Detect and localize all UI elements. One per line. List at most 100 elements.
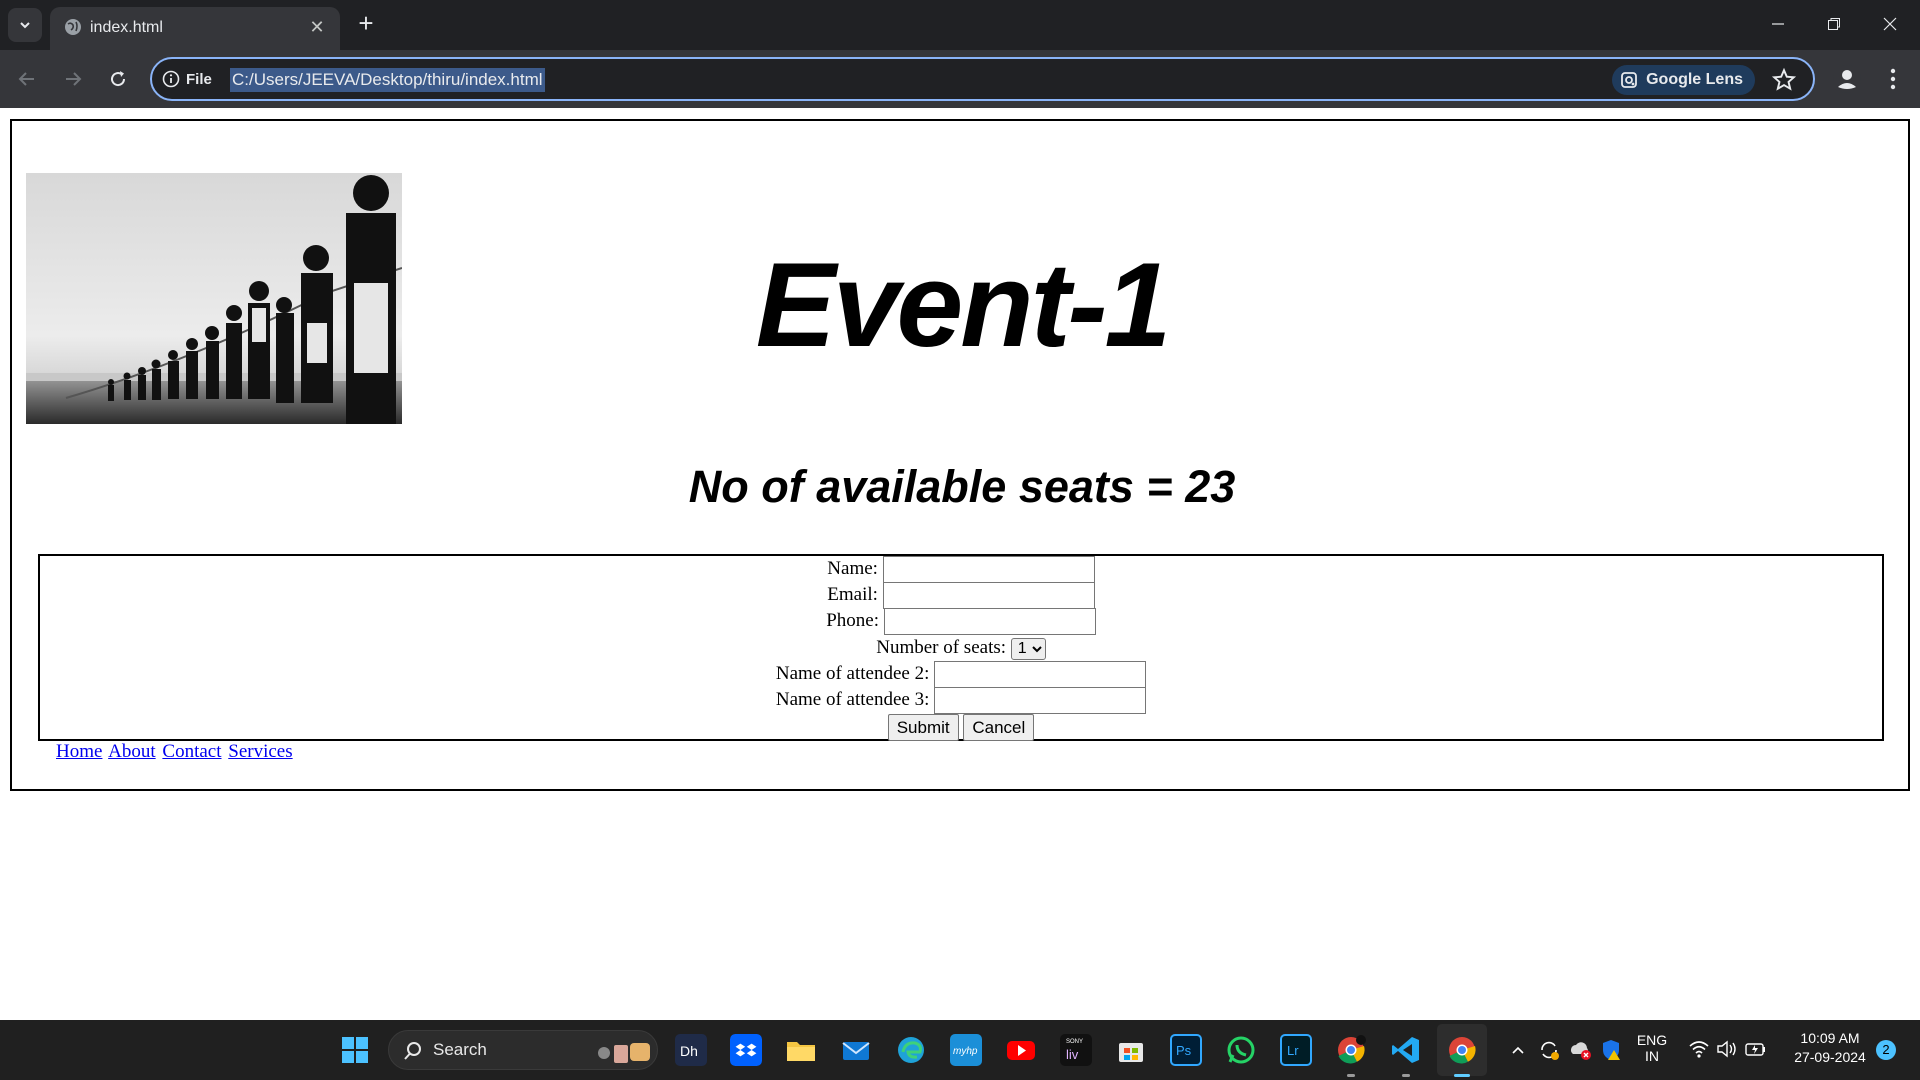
- event-title: Event-1: [755, 238, 1171, 372]
- arrow-left-icon: [18, 72, 34, 86]
- clock[interactable]: 10:09 AM 27-09-2024: [1782, 1030, 1878, 1065]
- svg-text:Lr: Lr: [1287, 1043, 1299, 1058]
- dh-app-icon[interactable]: Dh: [675, 1034, 707, 1066]
- tab-search-button[interactable]: [8, 8, 42, 42]
- new-tab-button[interactable]: +: [352, 10, 380, 38]
- nav-link-home[interactable]: Home: [56, 741, 102, 762]
- running-indicator: [1347, 1074, 1355, 1077]
- back-button[interactable]: [12, 64, 42, 94]
- sony-liv-icon[interactable]: SONY liv: [1060, 1034, 1092, 1066]
- svg-text:myhp: myhp: [953, 1046, 978, 1057]
- lens-label: Google Lens: [1646, 71, 1743, 88]
- svg-text:Dh: Dh: [680, 1043, 698, 1059]
- footer-nav: Home About Contact Services: [56, 741, 295, 763]
- svg-text:Ps: Ps: [1176, 1043, 1192, 1058]
- shield-warning-icon[interactable]: [1600, 1038, 1622, 1062]
- whatsapp-icon[interactable]: [1225, 1034, 1257, 1066]
- attendee3-row: Name of attendee 3:: [40, 687, 1882, 715]
- seats-select[interactable]: 1: [1010, 637, 1046, 660]
- taskbar-search[interactable]: Search: [388, 1030, 658, 1070]
- name-row: Name:: [40, 556, 1882, 584]
- photoshop-icon[interactable]: Ps: [1170, 1034, 1202, 1066]
- chrome-icon[interactable]: [1446, 1034, 1478, 1066]
- dropbox-icon[interactable]: [730, 1034, 762, 1066]
- lightroom-icon[interactable]: Lr: [1280, 1034, 1312, 1066]
- search-highlight-icon: [598, 1043, 650, 1063]
- reload-icon: [111, 71, 126, 87]
- svg-text:liv: liv: [1066, 1047, 1079, 1062]
- search-icon: [404, 1042, 421, 1060]
- google-lens-button[interactable]: Google Lens: [1612, 65, 1755, 95]
- seats-label: Number of seats:: [876, 637, 1007, 658]
- attendee2-label: Name of attendee 2:: [775, 663, 930, 684]
- arrow-right-icon: [66, 72, 82, 86]
- forward-button[interactable]: [58, 64, 88, 94]
- cloud-error-icon[interactable]: [1568, 1039, 1592, 1061]
- chevron-down-icon: [20, 22, 30, 29]
- chevron-up-icon[interactable]: [1510, 1042, 1526, 1058]
- edge-icon[interactable]: [895, 1034, 927, 1066]
- buttons-row: Submit Cancel: [40, 714, 1882, 742]
- language-code: ENG: [1636, 1032, 1668, 1048]
- clock-date: 27-09-2024: [1794, 1049, 1866, 1065]
- myhp-icon[interactable]: myhp: [950, 1034, 982, 1066]
- notification-badge[interactable]: 2: [1876, 1040, 1896, 1060]
- kebab-menu-icon[interactable]: [1880, 63, 1906, 95]
- email-row: Email:: [40, 582, 1882, 610]
- site-info-chip[interactable]: File: [162, 67, 212, 91]
- mail-icon[interactable]: [840, 1034, 872, 1066]
- minimize-icon: [1772, 23, 1784, 25]
- restore-icon: [1828, 18, 1840, 30]
- browser-tab[interactable]: index.html ✕: [50, 7, 340, 50]
- region-code: IN: [1645, 1048, 1659, 1064]
- active-running-indicator: [1454, 1074, 1470, 1077]
- sync-icon[interactable]: [1538, 1039, 1560, 1061]
- cancel-button[interactable]: Cancel: [963, 714, 1035, 742]
- running-indicator: [1402, 1074, 1410, 1077]
- search-label: Search: [433, 1040, 487, 1059]
- submit-button[interactable]: Submit: [887, 714, 959, 742]
- wifi-icon[interactable]: [1688, 1039, 1710, 1059]
- email-input[interactable]: [882, 582, 1095, 610]
- attendee3-label: Name of attendee 3:: [775, 689, 930, 710]
- nav-link-contact[interactable]: Contact: [162, 741, 221, 762]
- attendee2-row: Name of attendee 2:: [40, 661, 1882, 689]
- language-indicator[interactable]: ENG IN: [1632, 1032, 1672, 1064]
- page-viewport: Event-1 No of available seats = 23 Name:…: [0, 108, 1920, 1020]
- nav-link-about[interactable]: About: [108, 741, 156, 762]
- lens-icon: [1621, 72, 1637, 88]
- restore-button[interactable]: [1806, 0, 1862, 48]
- globe-icon: [65, 19, 81, 35]
- attendee3-input[interactable]: [934, 687, 1147, 715]
- clock-time: 10:09 AM: [1800, 1030, 1860, 1046]
- file-explorer-icon[interactable]: [785, 1034, 817, 1066]
- vscode-icon[interactable]: [1390, 1034, 1422, 1066]
- close-tab-icon[interactable]: ✕: [306, 16, 328, 38]
- attendee2-input[interactable]: [934, 661, 1147, 689]
- tab-title: index.html: [90, 19, 163, 36]
- name-input[interactable]: [882, 556, 1095, 584]
- bookmark-star-icon[interactable]: [1771, 67, 1797, 93]
- phone-row: Phone:: [40, 608, 1882, 636]
- minimize-button[interactable]: [1750, 0, 1806, 48]
- page-container: Event-1 No of available seats = 23 Name:…: [10, 119, 1910, 791]
- url-text[interactable]: C:/Users/JEEVA/Desktop/thiru/index.html: [230, 68, 545, 92]
- reload-button[interactable]: [103, 64, 133, 94]
- seats-row: Number of seats: 1: [40, 635, 1882, 661]
- microsoft-store-icon[interactable]: [1115, 1034, 1147, 1066]
- close-icon: [1883, 17, 1897, 31]
- browser-tab-bar: index.html ✕ +: [0, 0, 1920, 50]
- battery-icon[interactable]: [1744, 1039, 1768, 1059]
- phone-input[interactable]: [883, 608, 1096, 636]
- site-chip-label: File: [186, 70, 212, 88]
- address-bar[interactable]: File C:/Users/JEEVA/Desktop/thiru/index.…: [150, 57, 1815, 101]
- chrome-profile-icon[interactable]: [1335, 1034, 1367, 1066]
- info-icon: [162, 70, 180, 88]
- nav-link-services[interactable]: Services: [228, 741, 292, 762]
- windows-start-icon[interactable]: [339, 1034, 371, 1066]
- name-label: Name:: [827, 558, 878, 579]
- youtube-icon[interactable]: [1005, 1034, 1037, 1066]
- volume-icon[interactable]: [1716, 1039, 1738, 1059]
- profile-icon[interactable]: [1831, 63, 1863, 95]
- close-window-button[interactable]: [1862, 0, 1918, 48]
